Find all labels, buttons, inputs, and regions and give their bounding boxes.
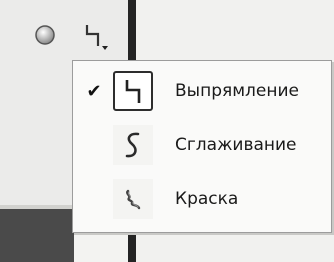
- menu-item-paint[interactable]: Краска: [73, 175, 331, 223]
- dropdown-arrow-icon: [102, 46, 108, 50]
- menu-item-label: Выпрямление: [175, 81, 299, 101]
- paint-stroke-icon: [113, 179, 153, 219]
- straighten-tool-button[interactable]: [76, 20, 110, 54]
- menu-item-label: Сглаживание: [175, 135, 297, 155]
- menu-item-straighten[interactable]: ✔ Выпрямление: [73, 67, 331, 115]
- ellipse-tool-button[interactable]: [28, 20, 62, 54]
- menu-item-label: Краска: [175, 189, 239, 209]
- pen-mode-menu: ✔ Выпрямление Сглаживание Краска: [72, 60, 332, 233]
- check-icon: ✔: [86, 80, 102, 102]
- smooth-curve-icon: [113, 125, 153, 165]
- dark-panel: [0, 209, 74, 262]
- straighten-line-icon: [113, 71, 153, 111]
- menu-item-smooth[interactable]: Сглаживание: [73, 121, 331, 169]
- ellipse-icon: [33, 23, 57, 51]
